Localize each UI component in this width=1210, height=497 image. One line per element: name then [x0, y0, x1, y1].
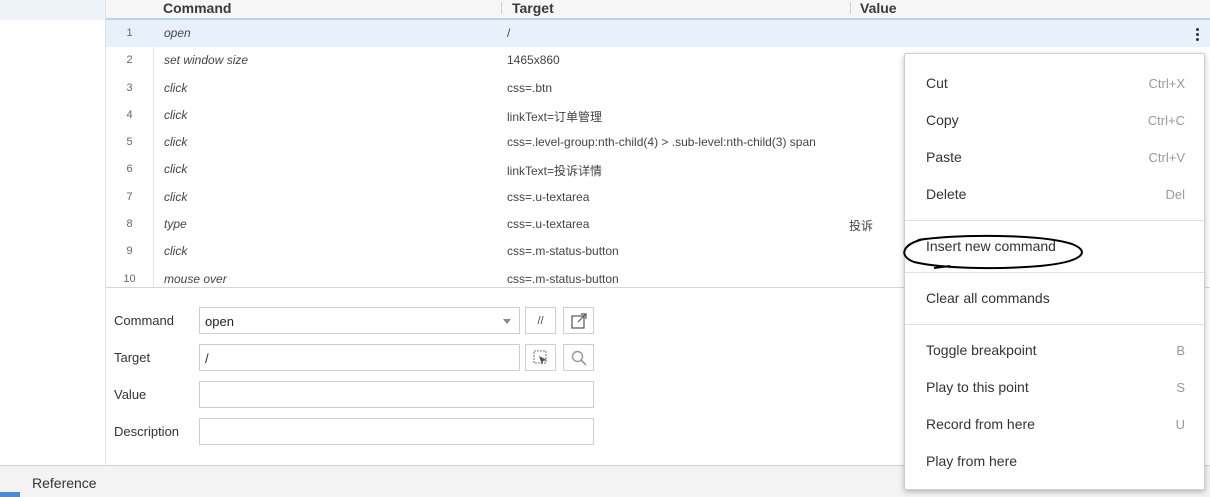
row-command: click: [164, 244, 188, 259]
row-command: click: [164, 189, 188, 204]
context-menu: Cut Ctrl+X Copy Ctrl+C Paste Ctrl+V Dele…: [904, 53, 1205, 490]
tab-reference[interactable]: Reference: [32, 475, 97, 491]
sidebar: [0, 0, 106, 465]
sidebar-selected-item[interactable]: [0, 0, 105, 20]
row-command: set window size: [164, 53, 249, 68]
menu-item-delete[interactable]: Delete Del: [905, 176, 1204, 213]
row-target: /: [507, 26, 511, 40]
external-link-icon: [570, 312, 587, 329]
row-number: 3: [126, 81, 133, 94]
command-select[interactable]: open: [199, 307, 520, 334]
row-target: linkText=订单管理: [507, 109, 603, 124]
column-header-value[interactable]: Value: [860, 0, 897, 18]
column-separator: [501, 2, 502, 14]
comment-toggle-label: //: [537, 314, 544, 327]
row-number: 10: [123, 272, 136, 285]
row-number: 9: [126, 245, 133, 258]
search-icon: [571, 350, 587, 366]
row-target: 1465x860: [507, 53, 560, 68]
target-label: Target: [114, 350, 151, 365]
row-command: mouse over: [164, 271, 227, 286]
table-row[interactable]: 1 open /: [106, 20, 1210, 48]
menu-item-label: Play to this point: [926, 379, 1029, 395]
row-number: 8: [126, 218, 133, 231]
menu-item-label: Play from here: [926, 453, 1018, 469]
menu-item-label: Toggle breakpoint: [926, 342, 1037, 358]
menu-item-toggle-breakpoint[interactable]: Toggle breakpoint B: [905, 332, 1204, 369]
find-target-button[interactable]: [563, 344, 594, 371]
select-target-button[interactable]: [525, 344, 556, 371]
menu-divider: [905, 324, 1204, 325]
menu-item-cut[interactable]: Cut Ctrl+X: [905, 65, 1204, 102]
row-command: click: [164, 162, 188, 177]
active-tab-indicator: [0, 492, 20, 497]
column-separator: [850, 2, 851, 14]
menu-item-label: Paste: [926, 149, 962, 165]
command-select-value: open: [205, 314, 234, 329]
menu-item-play-to-this-point[interactable]: Play to this point S: [905, 369, 1204, 406]
menu-divider: [905, 272, 1204, 273]
comment-toggle-button[interactable]: //: [525, 307, 556, 334]
menu-item-insert-new-command[interactable]: Insert new command: [905, 228, 1204, 265]
description-input[interactable]: [199, 418, 594, 445]
row-target: css=.u-textarea: [507, 189, 590, 204]
row-target: css=.m-status-button: [507, 244, 619, 259]
menu-item-label: Clear all commands: [926, 290, 1050, 306]
menu-item-shortcut: S: [1176, 380, 1185, 395]
row-number: 4: [126, 108, 133, 121]
target-input-value: /: [205, 351, 209, 366]
row-target: css=.level-group:nth-child(4) > .sub-lev…: [507, 135, 816, 150]
row-number: 5: [126, 136, 133, 149]
description-label: Description: [114, 424, 180, 439]
row-command: click: [164, 80, 188, 95]
row-target: linkText=投诉详情: [507, 164, 603, 179]
row-target: css=.btn: [507, 80, 553, 95]
row-more-options-icon[interactable]: [1196, 28, 1200, 43]
row-target: css=.u-textarea: [507, 217, 590, 232]
menu-item-shortcut: Ctrl+V: [1148, 150, 1185, 165]
menu-item-record-from-here[interactable]: Record from here U: [905, 406, 1204, 443]
value-label: Value: [114, 387, 147, 402]
menu-item-label: Copy: [926, 112, 959, 128]
row-value: 投诉: [849, 219, 874, 234]
column-header-target[interactable]: Target: [512, 0, 554, 18]
row-command: click: [164, 135, 188, 150]
row-target: css=.m-status-button: [507, 271, 619, 286]
row-number: 1: [126, 27, 133, 39]
menu-item-shortcut: Del: [1165, 187, 1185, 202]
value-input[interactable]: [199, 381, 594, 408]
menu-item-copy[interactable]: Copy Ctrl+C: [905, 102, 1204, 139]
row-number: 7: [126, 190, 133, 203]
row-command: type: [164, 217, 187, 232]
menu-item-clear-all-commands[interactable]: Clear all commands: [905, 280, 1204, 317]
menu-item-shortcut: B: [1176, 343, 1185, 358]
target-input[interactable]: /: [199, 344, 520, 371]
menu-item-shortcut: U: [1175, 417, 1185, 432]
table-header: Command Target Value: [106, 0, 1210, 20]
chevron-down-icon[interactable]: [503, 319, 511, 324]
command-editor: Command open // Target / Value Descripti…: [106, 289, 906, 465]
command-label: Command: [114, 313, 174, 328]
menu-item-label: Delete: [926, 186, 967, 202]
row-number: 2: [126, 54, 133, 67]
open-reference-button[interactable]: [563, 307, 594, 334]
select-target-icon: [533, 350, 547, 365]
row-command: click: [164, 107, 188, 122]
row-number: 6: [126, 163, 133, 176]
row-command: open: [164, 26, 191, 40]
menu-item-shortcut: Ctrl+X: [1148, 76, 1185, 91]
menu-item-label: Cut: [926, 75, 948, 91]
menu-item-shortcut: Ctrl+C: [1147, 113, 1185, 128]
menu-item-play-from-here[interactable]: Play from here: [905, 443, 1204, 480]
menu-item-label: Record from here: [926, 416, 1035, 432]
menu-item-paste[interactable]: Paste Ctrl+V: [905, 139, 1204, 176]
menu-divider: [905, 220, 1204, 221]
column-header-command[interactable]: Command: [163, 0, 231, 18]
menu-item-label: Insert new command: [926, 238, 1056, 254]
